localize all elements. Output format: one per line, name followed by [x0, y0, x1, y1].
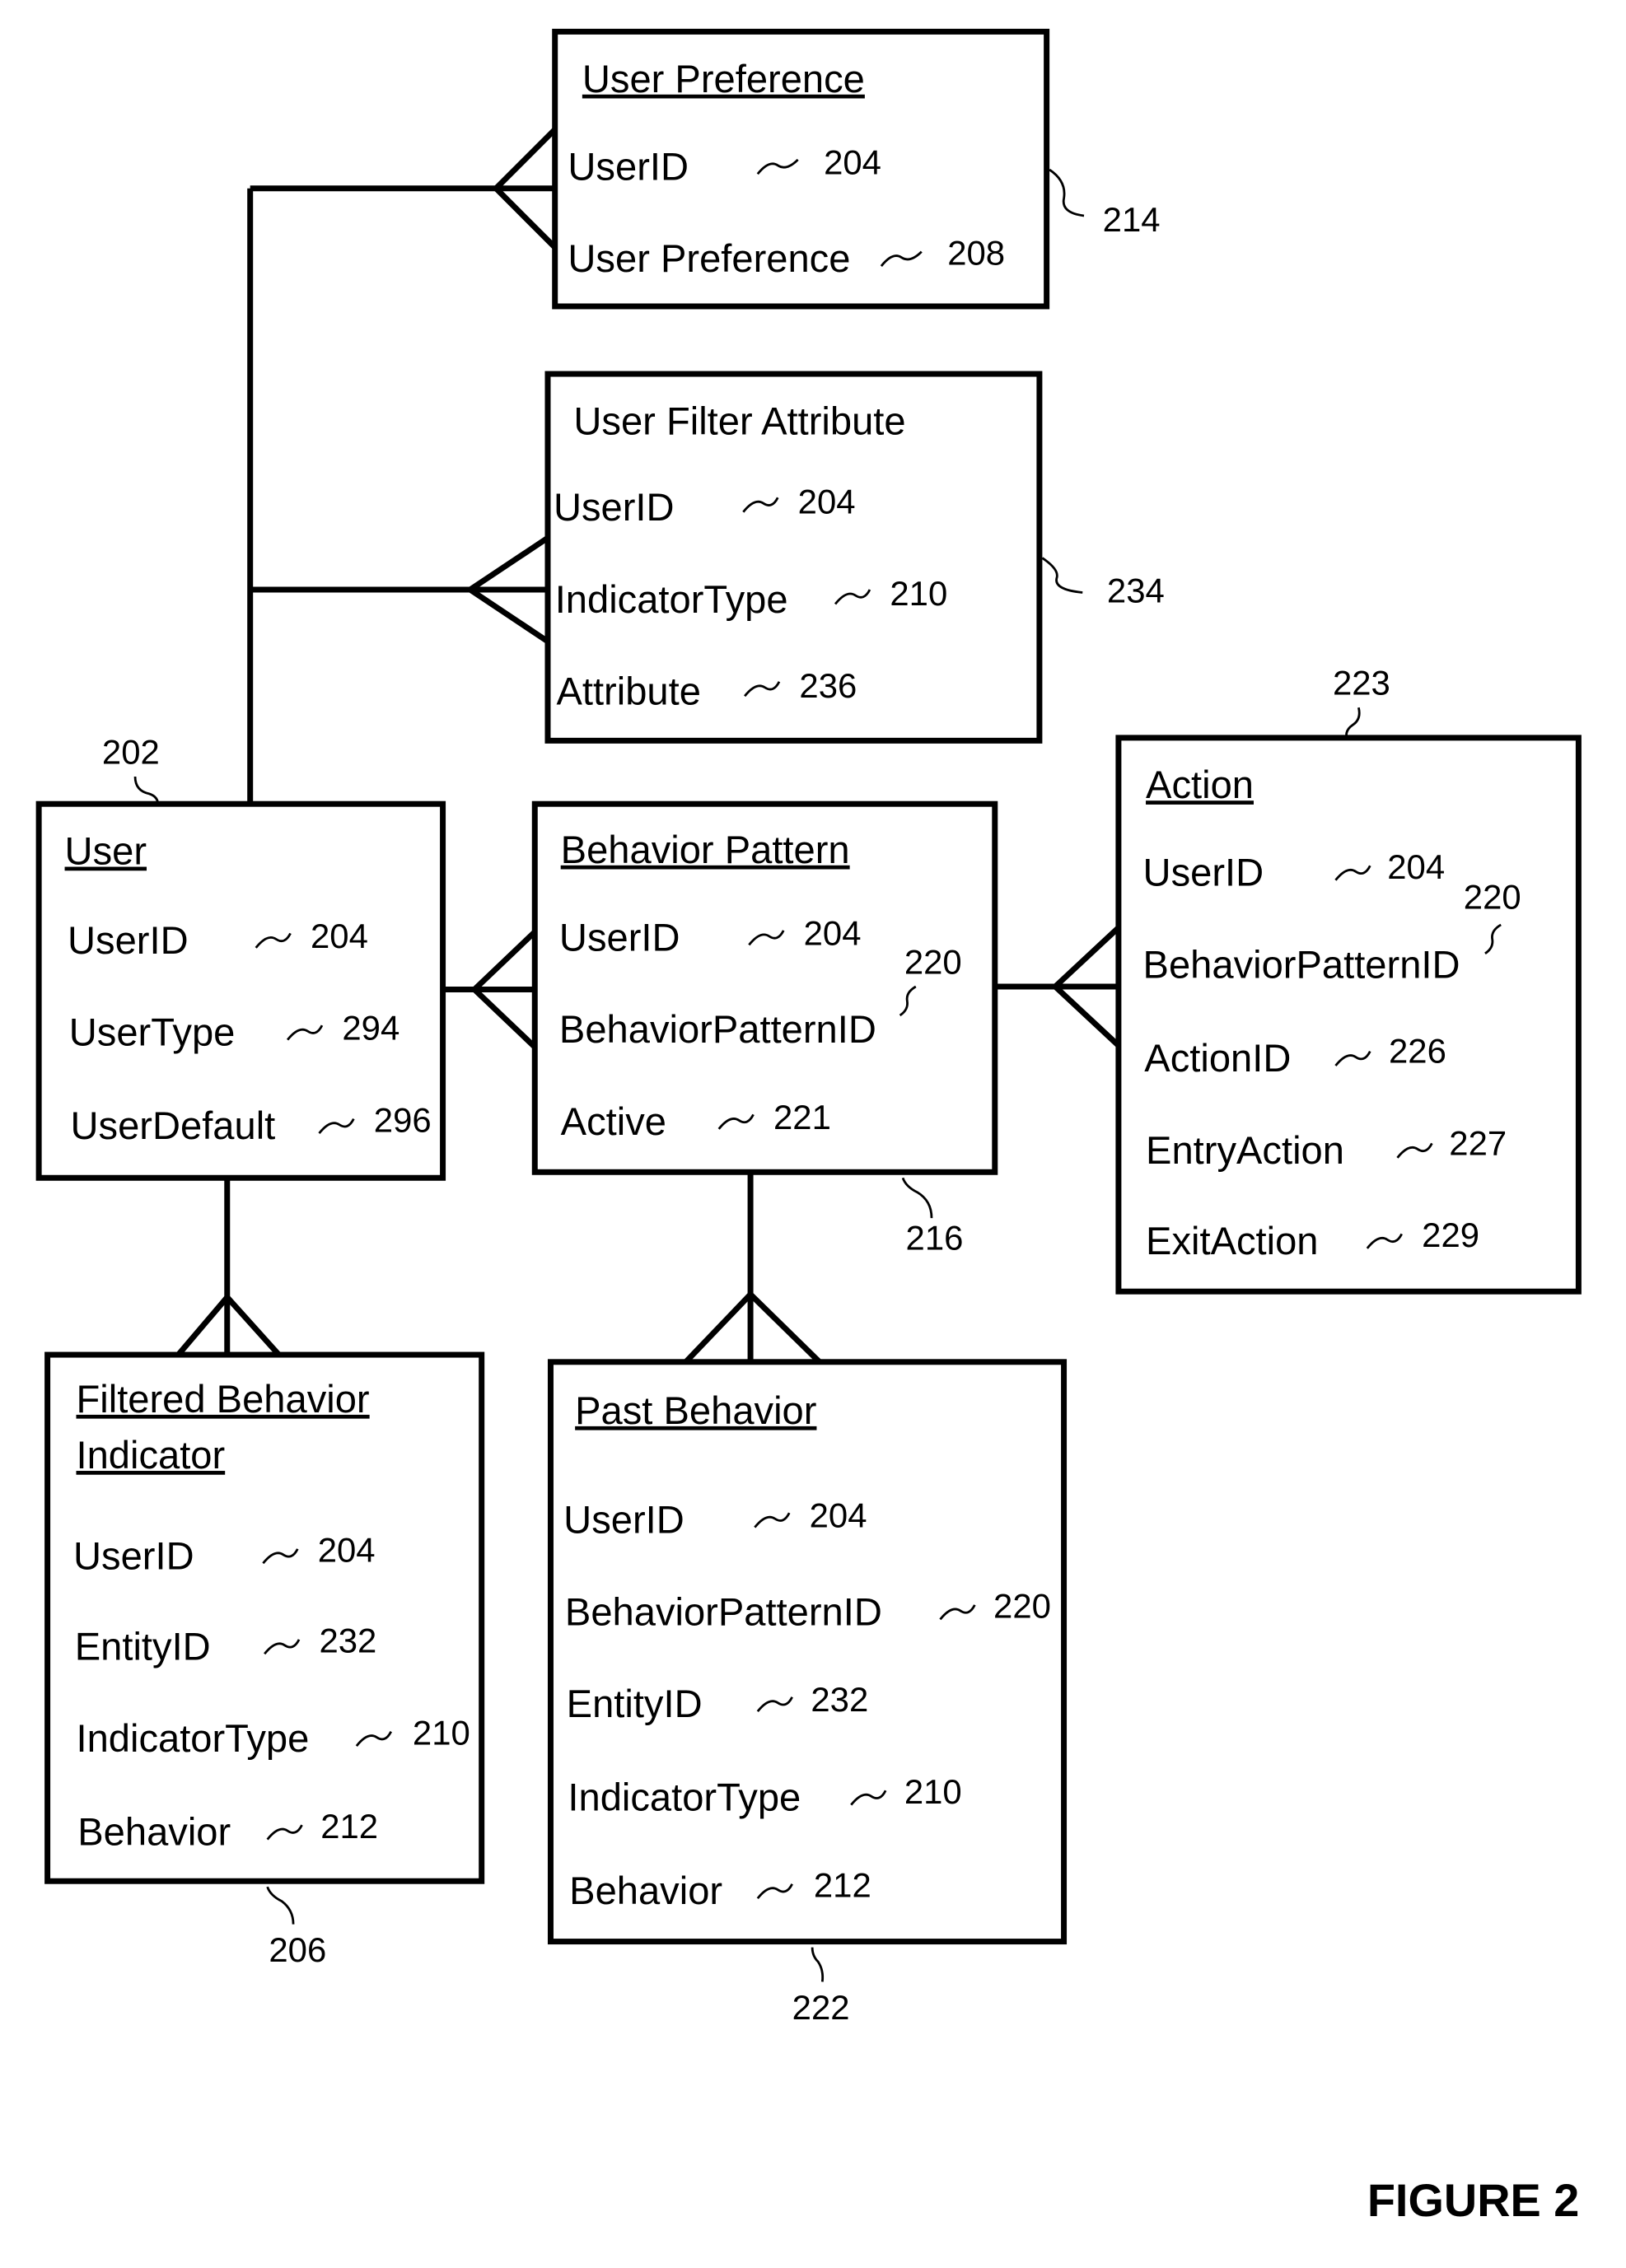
entity-user-preference[interactable]: User Preference UserID 204 User Preferen… [552, 28, 1161, 310]
entity-title: User Filter Attribute [573, 399, 905, 442]
field-ref: 227 [1449, 1123, 1507, 1162]
field-name: BehaviorPatternID [565, 1589, 882, 1633]
field-ref: 296 [374, 1100, 432, 1139]
field-ref: 212 [320, 1807, 378, 1846]
field-name: Behavior [77, 1810, 231, 1854]
field-name: BehaviorPatternID [559, 1007, 876, 1051]
entity-title: Action [1146, 763, 1254, 806]
leader-line [1049, 168, 1085, 217]
field-ref: 204 [1387, 847, 1445, 886]
field-ref: 220 [904, 942, 962, 981]
entity-ref: 222 [792, 1988, 850, 2027]
field-name: EntityID [567, 1682, 703, 1725]
field-ref: 229 [1422, 1216, 1479, 1254]
entity-ref: 202 [102, 732, 160, 771]
field-name: UserID [73, 1533, 194, 1577]
field-name: User Preference [568, 236, 850, 280]
field-name: IndicatorType [555, 577, 788, 621]
entity-filtered-behavior-indicator[interactable]: Filtered Behavior Indicator UserID 204 E… [44, 1351, 485, 1969]
field-ref: 294 [342, 1009, 399, 1048]
entity-ref: 223 [1333, 663, 1390, 702]
entity-title: Behavior Pattern [561, 828, 850, 871]
field-name: ActionID [1144, 1036, 1291, 1080]
leader-line [901, 1177, 933, 1219]
figure-label: FIGURE 2 [1367, 2174, 1580, 2226]
leader-line [1041, 557, 1083, 594]
field-name: UserID [554, 485, 675, 529]
leader-line [1345, 707, 1361, 740]
field-ref: 204 [804, 913, 862, 952]
entity-ref: 216 [906, 1219, 964, 1258]
field-ref: 220 [1464, 878, 1521, 917]
field-name: UserDefault [71, 1104, 276, 1147]
entity-title-line2: Indicator [77, 1433, 226, 1477]
field-name: BehaviorPatternID [1143, 943, 1460, 987]
field-name: ExitAction [1146, 1219, 1318, 1262]
entity-title: User Preference [582, 57, 865, 100]
entity-title: Past Behavior [575, 1388, 816, 1432]
leader-line [811, 1947, 825, 1982]
field-name: EntityID [75, 1624, 211, 1668]
entity-past-behavior[interactable]: Past Behavior UserID 204 BehaviorPattern… [547, 1359, 1068, 2027]
field-name: EntryAction [1146, 1128, 1344, 1172]
er-diagram: User Preference UserID 204 User Preferen… [35, 28, 1582, 2226]
leader-line [266, 1886, 295, 1925]
entity-behavior-pattern[interactable]: Behavior Pattern UserID 204 BehaviorPatt… [531, 800, 998, 1258]
field-name: UserType [69, 1010, 236, 1054]
field-ref: 208 [947, 233, 1005, 272]
field-ref: 232 [811, 1680, 868, 1719]
field-ref: 204 [810, 1496, 867, 1535]
field-ref: 204 [311, 917, 368, 955]
field-ref: 204 [798, 482, 856, 520]
entity-action[interactable]: 223 Action UserID 204 BehaviorPatternID … [1115, 663, 1582, 1295]
field-name: IndicatorType [77, 1716, 310, 1760]
field-ref: 210 [413, 1713, 470, 1752]
field-ref: 232 [319, 1622, 376, 1660]
field-ref: 210 [890, 574, 947, 613]
field-ref: 221 [773, 1098, 831, 1136]
field-ref: 212 [814, 1865, 871, 1904]
entity-user-filter-attribute[interactable]: User Filter Attribute UserID 204 Indicat… [544, 371, 1165, 744]
field-name: Attribute [556, 670, 700, 713]
field-name: UserID [568, 144, 689, 188]
field-ref: 220 [993, 1587, 1051, 1626]
entity-user[interactable]: 202 User UserID 204 UserType 294 UserDef… [35, 732, 446, 1181]
field-name: Behavior [569, 1869, 722, 1912]
field-name: UserID [1143, 851, 1264, 894]
field-ref: 226 [1389, 1032, 1446, 1071]
entity-title: User [65, 829, 147, 873]
entity-title-line1: Filtered Behavior [77, 1377, 370, 1421]
field-ref: 204 [318, 1531, 376, 1570]
field-ref: 204 [824, 142, 881, 181]
field-ref: 236 [799, 666, 857, 705]
field-name: UserID [563, 1498, 685, 1542]
field-name: IndicatorType [568, 1776, 801, 1819]
field-name: UserID [559, 915, 680, 959]
field-name: Active [561, 1099, 666, 1143]
field-ref: 210 [904, 1772, 962, 1811]
entity-ref: 234 [1107, 572, 1165, 610]
entity-ref: 206 [269, 1930, 326, 1969]
field-name: UserID [68, 918, 189, 962]
entity-ref: 214 [1103, 200, 1161, 239]
